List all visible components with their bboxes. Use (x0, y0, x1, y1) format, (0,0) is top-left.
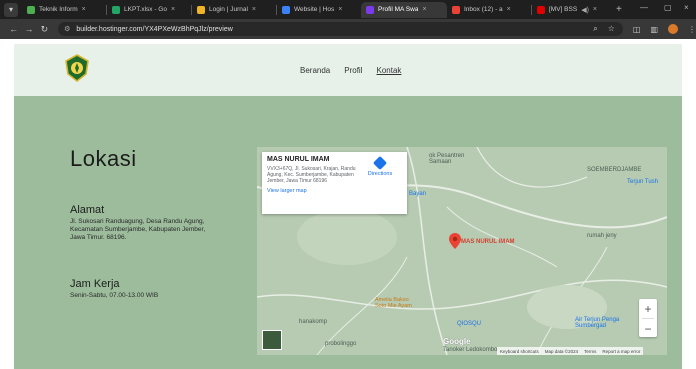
map-data-text: Map data ©2024 (544, 348, 579, 354)
pin-label: MAS NURUL IMAM (461, 239, 515, 245)
tab-favicon-icon (366, 5, 374, 14)
view-larger-map-link[interactable]: View larger map (267, 188, 402, 194)
close-icon[interactable]: × (422, 6, 426, 13)
school-logo[interactable] (64, 54, 90, 82)
tab-label: Inbox (12) - a (464, 6, 503, 13)
profile-avatar[interactable] (668, 24, 678, 34)
place-info-card: MAS NURUL IMAM VVX3+67Q, Jl. Sukosari, K… (262, 152, 407, 214)
new-tab-icon[interactable]: + (616, 4, 622, 15)
zoom-controls: + − (639, 299, 657, 337)
map-label-qiosqu: QIOSQU (457, 321, 482, 327)
tab-label: [MV] BSS (549, 6, 578, 13)
tab-favicon-icon (27, 5, 35, 14)
tab-3[interactable]: Website | Hos × (277, 2, 361, 18)
map-label-air-terjun: Air Terjun Penga Sumbergad (575, 317, 620, 329)
map-attribution: Keyboard shortcuts Map data ©2024 Terms … (497, 347, 644, 355)
map-label-hanakomp: hanakomp (299, 319, 328, 325)
address-text: Jl. Sukosari Randuagung, Desa Randu Agun… (70, 218, 206, 241)
reload-icon[interactable]: ↻ (37, 24, 52, 35)
map-label-amelia: Amelia Bakso Soto Mie Ayam (375, 297, 412, 309)
zoom-in-button[interactable]: + (639, 299, 657, 318)
back-icon[interactable]: ← (6, 24, 21, 34)
report-error-link[interactable]: Report a map error (602, 349, 640, 354)
close-icon[interactable]: × (338, 6, 342, 13)
hours-text: Senin-Sabtu, 07.00-13.00 WIB (70, 292, 159, 299)
close-icon[interactable]: × (507, 6, 511, 13)
place-address: VVX3+67Q, Jl. Sukosari, Krajan, Randu Ag… (267, 166, 356, 184)
tab-favicon-icon (282, 5, 290, 14)
hours-heading: Jam Kerja (70, 278, 120, 290)
keyboard-shortcuts-link[interactable]: Keyboard shortcuts (500, 349, 539, 354)
address-bar[interactable]: ⚙ builder.hostinger.com/YX4PXeWzBhPqJlz/… (58, 22, 623, 36)
maximize-icon[interactable]: ▢ (664, 3, 672, 12)
forward-icon[interactable]: → (21, 24, 36, 34)
browser-toolbar: ← → ↻ ⚙ builder.hostinger.com/YX4PXeWzBh… (0, 19, 696, 39)
map-label-rumah: rumah jeny (587, 233, 617, 239)
tab-6[interactable]: [MV] BSS ◀) × (532, 2, 610, 18)
directions-label: Directions (367, 171, 393, 177)
location-pin-icon[interactable] (449, 233, 461, 249)
tab-1[interactable]: LKPT.xlsx - Go × (107, 2, 191, 18)
tab-4-active[interactable]: Profil MA Swa × (361, 1, 447, 18)
tab-5[interactable]: Inbox (12) - a × (447, 2, 531, 18)
audio-icon[interactable]: ◀) (581, 6, 589, 14)
sidebar-icon[interactable]: ▥ (650, 25, 658, 34)
zoom-out-button[interactable]: − (639, 319, 657, 338)
tab-favicon-icon (197, 5, 205, 14)
tab-2[interactable]: Login | Jurnal × (192, 2, 276, 18)
gmail-icon (452, 5, 460, 14)
nav-profil[interactable]: Profil (344, 66, 362, 75)
google-logo: Google (443, 337, 471, 346)
nav-beranda[interactable]: Beranda (300, 66, 330, 75)
sheets-icon (112, 5, 120, 14)
youtube-icon (537, 5, 545, 14)
section-title: Lokasi (70, 146, 137, 171)
tab-label: Profil MA Swa (378, 6, 419, 13)
close-icon[interactable]: × (82, 6, 86, 13)
embedded-map[interactable]: ok Pesantren Samaan SOEMBERDJAMBE Terjun… (257, 147, 667, 355)
map-label-bayan: Bayan (409, 191, 427, 197)
map-label-probolinggo: probolinggo (325, 341, 357, 347)
url-text: builder.hostinger.com/YX4PXeWzBhPqJlz/pr… (76, 25, 233, 33)
tab-label: LKPT.xlsx - Go (124, 6, 167, 13)
site-header: Beranda Profil Kontak (14, 44, 682, 96)
site-info-icon[interactable]: ⚙ (64, 25, 70, 33)
tab-0[interactable]: Teknik Inform × (22, 2, 106, 18)
tab-search-icon[interactable]: ▾ (4, 2, 18, 17)
close-icon[interactable]: × (593, 6, 597, 13)
map-label-sumberjambe: SOEMBERDJAMBE (587, 167, 642, 173)
directions-icon (372, 155, 388, 171)
window-close-icon[interactable]: × (684, 3, 689, 12)
location-section: Lokasi Alamat Jl. Sukosari Randuagung, D… (14, 96, 682, 369)
minimize-icon[interactable]: — (640, 3, 648, 12)
directions-button[interactable]: Directions (363, 155, 397, 177)
close-icon[interactable]: × (252, 6, 256, 13)
toolbar-actions: ◫ ▥ ⋮ (633, 24, 696, 34)
bookmark-star-icon[interactable]: ☆ (608, 24, 615, 34)
nav-kontak[interactable]: Kontak (376, 66, 401, 75)
tab-label: Teknik Inform (39, 6, 78, 13)
main-nav: Beranda Profil Kontak (300, 66, 401, 75)
map-label-pesantren: ok Pesantren Samaan (429, 153, 465, 165)
zoom-icon[interactable]: ⌕ (593, 24, 597, 34)
close-icon[interactable]: × (171, 6, 175, 13)
terms-link[interactable]: Terms (584, 349, 596, 354)
satellite-toggle[interactable] (262, 330, 282, 350)
extensions-icon[interactable]: ◫ (633, 25, 641, 34)
map-label-terjun: Terjun Tush (627, 179, 659, 185)
menu-icon[interactable]: ⋮ (688, 25, 696, 34)
browser-tabstrip: ▾ Teknik Inform × LKPT.xlsx - Go × Login… (0, 0, 696, 19)
address-heading: Alamat (70, 204, 105, 216)
omnibox-actions: ⌕ ☆ (593, 24, 623, 34)
map-label-tanoker: Tanoker Ledokombo (443, 347, 498, 353)
tab-label: Login | Jurnal (209, 6, 248, 13)
tab-label: Website | Hos (294, 6, 335, 13)
